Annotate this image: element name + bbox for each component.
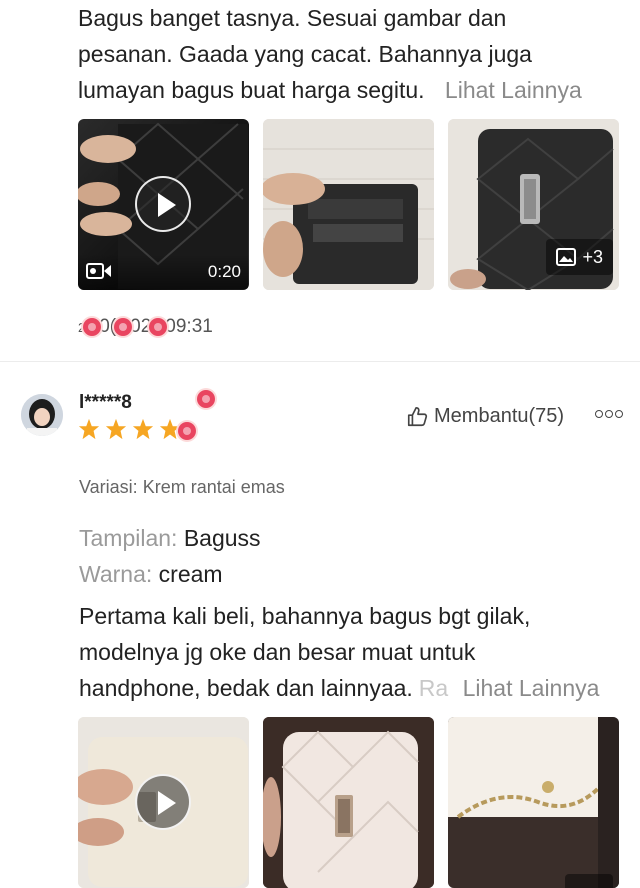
- rating-stars: [78, 418, 196, 440]
- more-photos-count: +3: [582, 246, 603, 267]
- more-photos-badge-2[interactable]: [565, 874, 613, 888]
- more-photos-badge[interactable]: +3: [546, 239, 613, 275]
- review-1-video-thumbnail[interactable]: 0:20: [78, 119, 249, 290]
- review-1-line-2: pesanan. Gaada yang cacat. Bahannya juga: [78, 41, 532, 67]
- variation-label: Variasi:: [79, 477, 138, 497]
- attr-tampilan: Tampilan: Baguss: [79, 520, 261, 556]
- star-icon: [132, 418, 154, 440]
- dot: [615, 410, 623, 418]
- review-divider: [0, 361, 640, 362]
- review-2-video-thumbnail[interactable]: [78, 717, 249, 888]
- review-1-photo-2[interactable]: [263, 119, 434, 290]
- attr-warna-label: Warna:: [79, 561, 153, 587]
- review-2-line-3: handphone, bedak dan lainnyaa.: [79, 675, 413, 701]
- play-icon[interactable]: [135, 774, 191, 830]
- attr-tampilan-value: Baguss: [183, 525, 261, 551]
- review-2-photo-2[interactable]: [263, 717, 434, 888]
- review-1-line-1: Bagus banget tasnya. Sesuai gambar dan: [78, 5, 507, 31]
- star-icon: [105, 418, 127, 440]
- bag-photo-2: [263, 119, 434, 290]
- video-camera-icon: [86, 263, 111, 279]
- more-options-icon[interactable]: [595, 410, 623, 418]
- review-1-line-3: lumayan bagus buat harga segitu.: [78, 77, 425, 103]
- date-part-4: 09:31: [165, 316, 213, 337]
- attr-warna: Warna: cream: [79, 556, 261, 592]
- review-2-line-3-wrap: handphone, bedak dan lainnyaa. Ra Lihat L…: [79, 670, 624, 706]
- star-icon: [78, 418, 100, 440]
- username: l*****8: [79, 392, 132, 413]
- date-part-3: 02: [130, 316, 152, 337]
- review-2-photo-3[interactable]: [448, 717, 619, 888]
- attr-tampilan-label: Tampilan:: [79, 525, 178, 551]
- review-2-line-2: modelnya jg oke dan besar muat untuk: [79, 639, 476, 665]
- helpful-label: Membantu(75): [434, 405, 565, 427]
- image-icon: [556, 248, 577, 266]
- dot: [605, 410, 613, 418]
- review-1-more-link[interactable]: Lihat Lainnya: [445, 77, 582, 103]
- review-2-text: Pertama kali beli, bahannya bagus bgt gi…: [79, 598, 624, 706]
- attr-warna-value: cream: [158, 561, 223, 587]
- review-1-line-3-wrap: lumayan bagus buat harga segitu. Lihat L…: [78, 72, 623, 108]
- review-1-date: 2 0(02 09:31: [78, 316, 213, 338]
- helpful-button[interactable]: Membantu(75): [406, 405, 564, 428]
- video-duration: 0:20: [207, 262, 241, 281]
- review-1-text: Bagus banget tasnya. Sesuai gambar dan p…: [78, 0, 623, 108]
- dot: [595, 410, 603, 418]
- bag-photo-6: [448, 717, 619, 888]
- emoji-heart-icon: [178, 422, 196, 440]
- emoji-heart-icon: [114, 317, 133, 336]
- review-2-more-link[interactable]: Lihat Lainnya: [463, 675, 600, 701]
- play-icon[interactable]: [135, 176, 191, 232]
- review-2-truncated: Ra: [418, 675, 449, 701]
- avatar-image: [21, 394, 63, 436]
- variation-value: Krem rantai emas: [142, 477, 285, 497]
- review-2-line-1: Pertama kali beli, bahannya bagus bgt gi…: [79, 603, 531, 629]
- review-1-photo-3[interactable]: +3: [448, 119, 619, 290]
- emoji-heart-icon: [197, 390, 215, 408]
- avatar[interactable]: [21, 394, 63, 436]
- variation-row: Variasi: Krem rantai emas: [79, 477, 285, 498]
- attributes: Tampilan: Baguss Warna: cream: [79, 520, 261, 592]
- bag-photo-5: [263, 717, 434, 888]
- thumbs-up-icon: [407, 406, 428, 426]
